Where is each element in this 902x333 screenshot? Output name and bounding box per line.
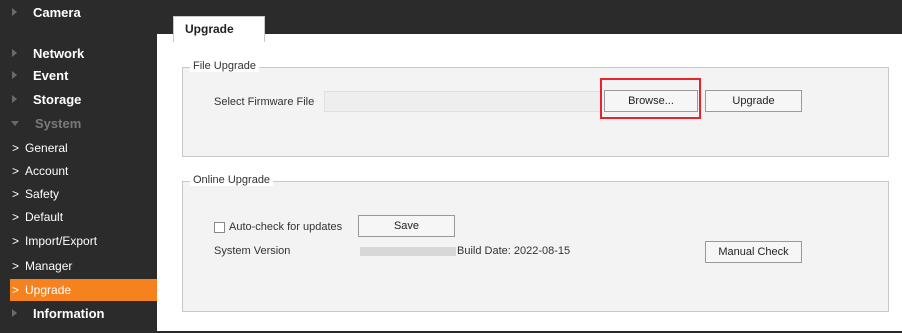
sidebar-subitem-general[interactable]: > General [0,137,157,159]
sidebar-item-camera[interactable]: Camera [0,1,157,23]
sidebar-subitem-default[interactable]: > Default [0,206,157,228]
sidebar-subitem-label: Upgrade [25,283,72,297]
chevron-right-icon: > [12,234,20,248]
select-firmware-label: Select Firmware File [214,96,315,108]
sidebar-subitem-label: Account [25,164,69,178]
chevron-right-icon: > [12,141,20,155]
sidebar-subitem-label: General [25,141,68,155]
manual-check-button[interactable]: Manual Check [705,241,802,263]
upgrade-button[interactable]: Upgrade [705,90,802,112]
sidebar-item-label: Network [33,45,85,61]
highlight-box [600,78,701,119]
top-bar [157,0,902,34]
sidebar-item-label: Camera [33,4,81,20]
chevron-right-icon: > [12,187,20,201]
chevron-right-icon: > [12,283,20,297]
sidebar-item-label: System [35,115,82,131]
chevron-right-icon: > [12,164,20,178]
sidebar-subitem-manager[interactable]: > Manager [0,255,157,277]
sidebar-subitem-label: Manager [25,259,73,273]
chevron-down-icon [11,120,19,126]
sidebar-item-storage[interactable]: Storage [0,88,157,110]
sidebar-subitem-safety[interactable]: > Safety [0,183,157,205]
chevron-right-icon [12,8,17,16]
auto-check-checkbox[interactable] [214,222,225,233]
file-upgrade-legend: File Upgrade [190,60,259,72]
sidebar-item-system[interactable]: System [0,112,157,134]
redacted-version [360,247,456,256]
sidebar-item-label: Event [33,67,69,83]
chevron-right-icon [12,71,17,79]
system-version-label: System Version [214,245,291,257]
sidebar-subitem-label: Safety [25,187,60,201]
chevron-right-icon [12,49,17,57]
sidebar-item-label: Information [33,305,105,321]
sidebar-item-network[interactable]: Network [0,42,157,64]
sidebar-item-information[interactable]: Information [0,302,157,324]
save-button[interactable]: Save [358,215,455,237]
firmware-file-input[interactable] [324,91,602,112]
sidebar-item-label: Storage [33,91,82,107]
sidebar-subitem-import-export[interactable]: > Import/Export [0,230,157,252]
build-date: Build Date: 2022-08-15 [457,245,571,257]
sidebar-subitem-label: Default [25,210,64,224]
chevron-right-icon [12,309,17,317]
sidebar: Camera Network Event Storage System > Ge… [0,0,157,333]
sidebar-subitem-upgrade[interactable]: > Upgrade [10,279,157,301]
auto-check-label: Auto-check for updates [229,221,343,233]
file-upgrade-group: File Upgrade [182,60,889,157]
online-upgrade-legend: Online Upgrade [190,174,274,186]
sidebar-subitem-account[interactable]: > Account [0,160,157,182]
tab-upgrade[interactable]: Upgrade [173,16,265,42]
chevron-right-icon [12,95,17,103]
sidebar-item-event[interactable]: Event [0,64,157,86]
chevron-right-icon: > [12,210,20,224]
chevron-right-icon: > [12,259,20,273]
sidebar-subitem-label: Import/Export [25,234,98,248]
